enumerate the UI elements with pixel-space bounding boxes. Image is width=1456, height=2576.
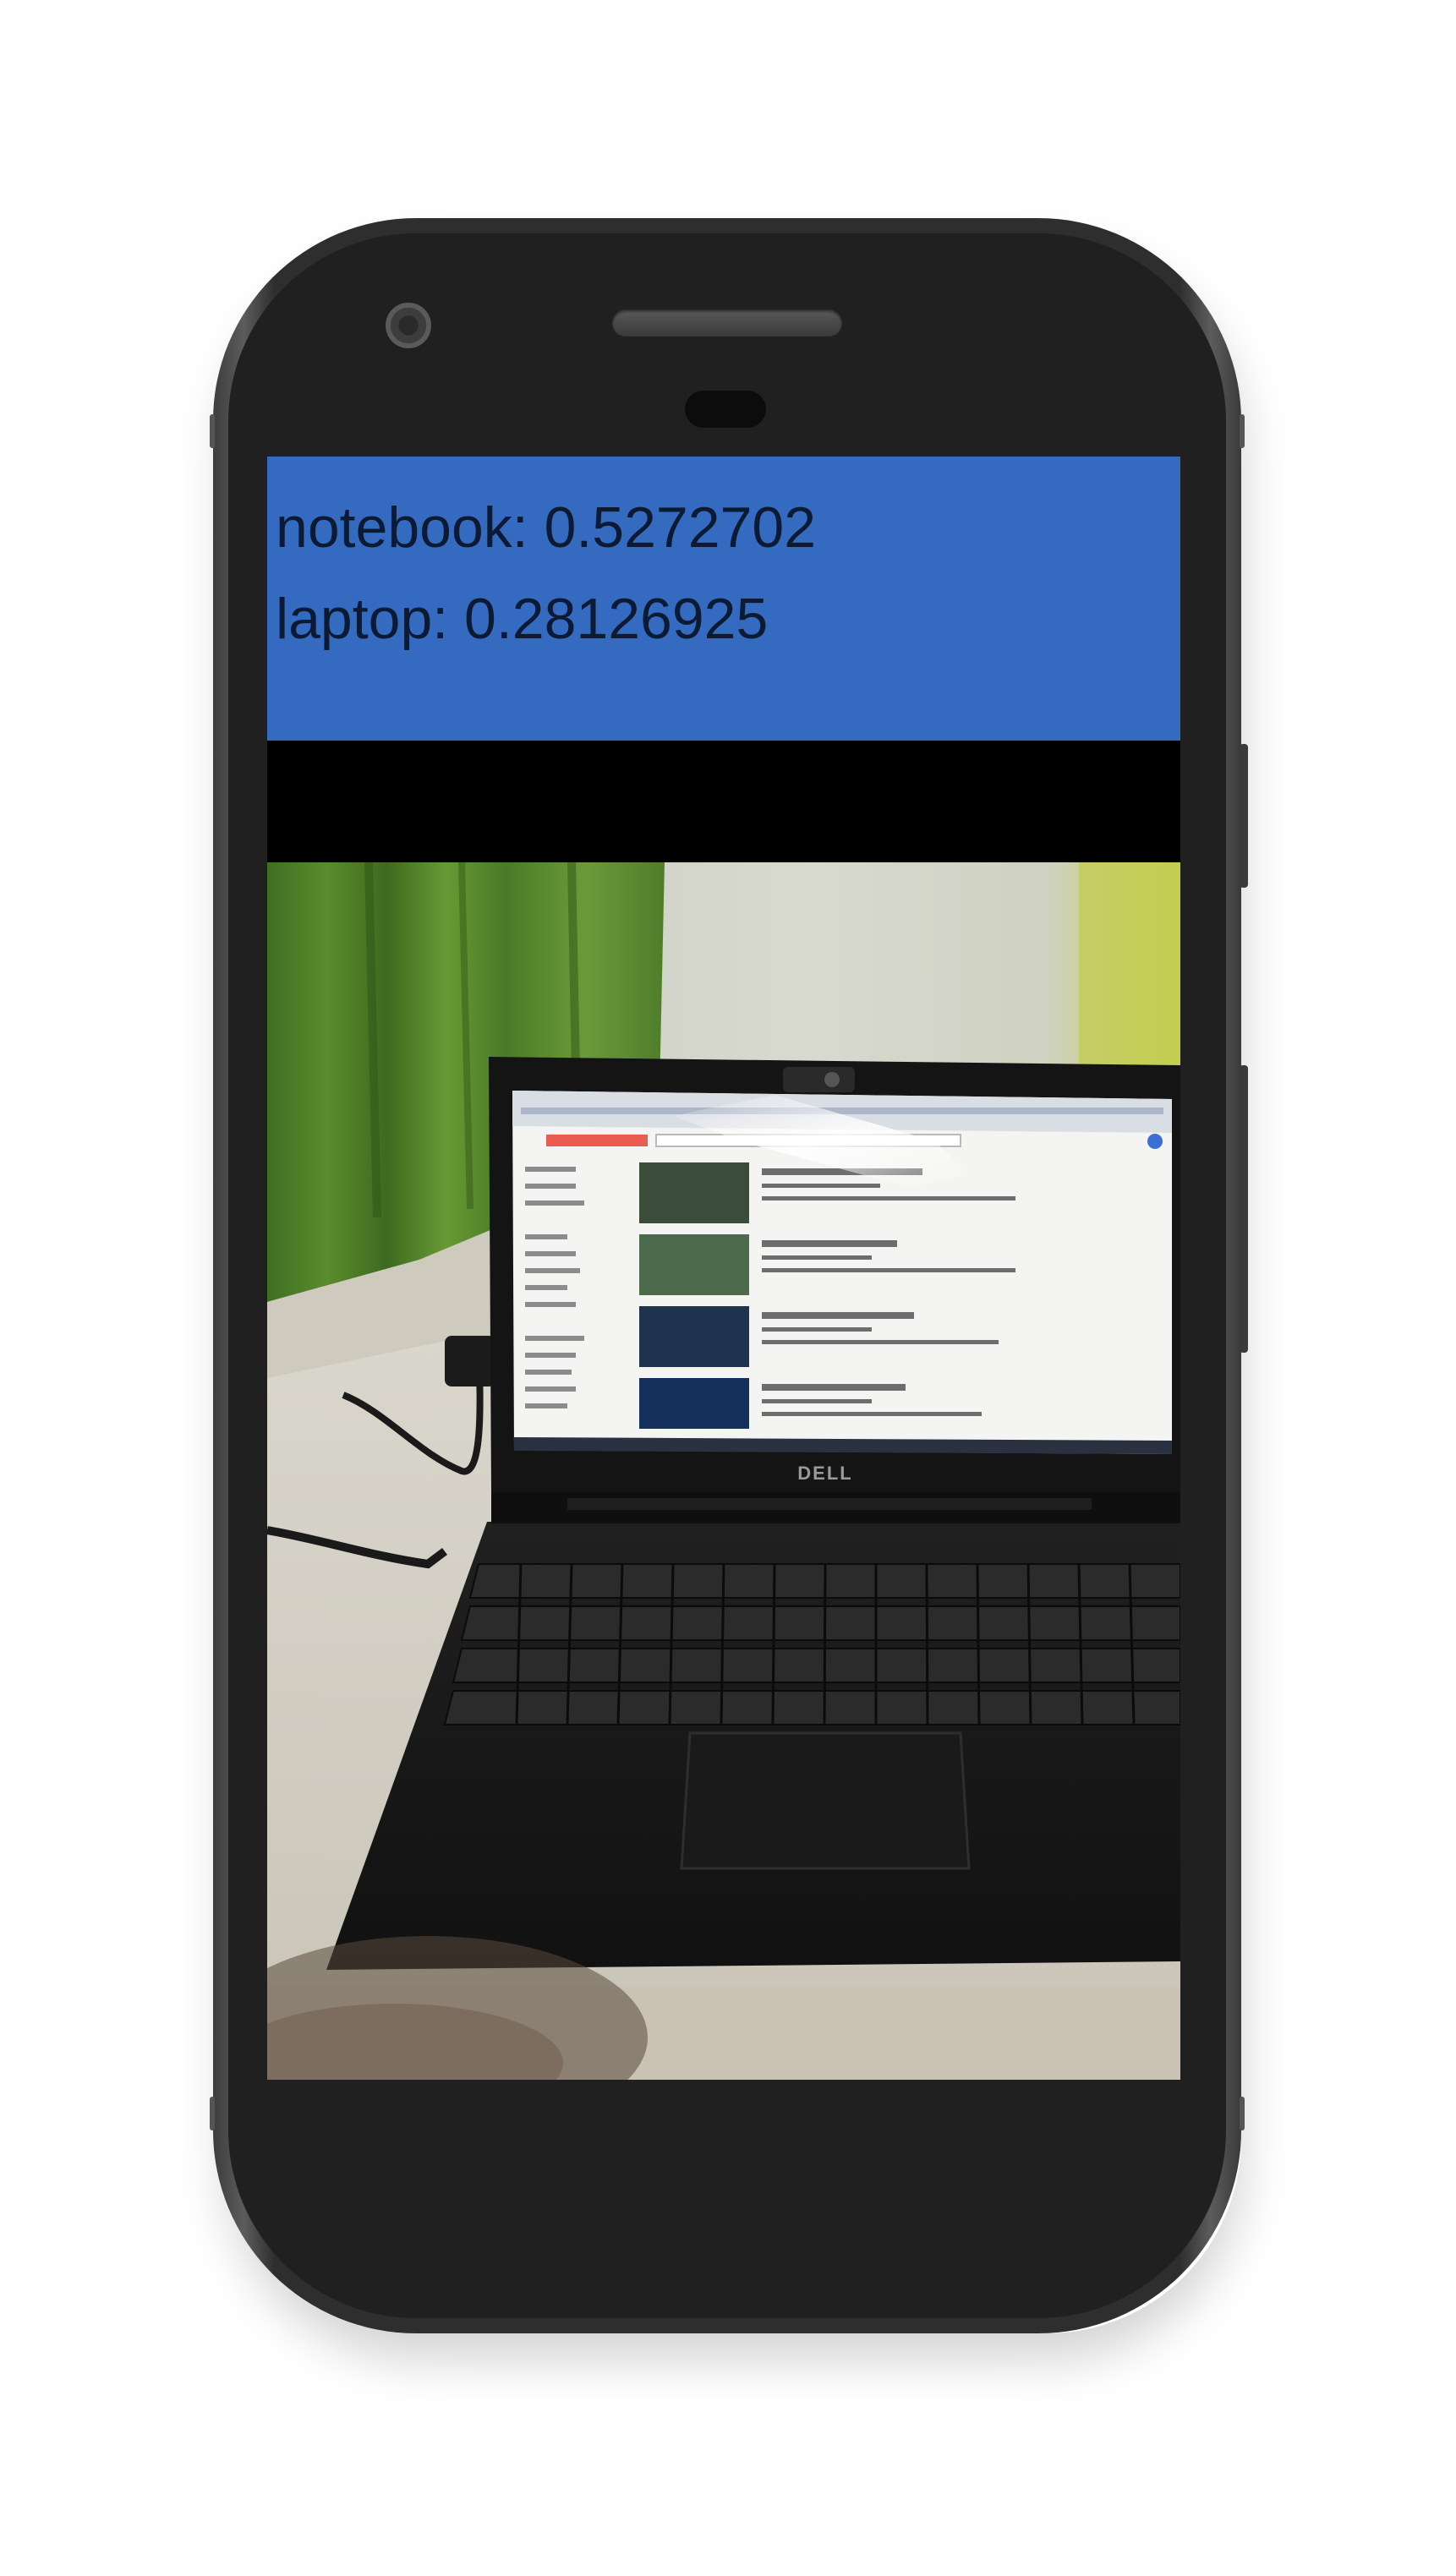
result-laptop: laptop: 0.28126925 <box>276 587 769 651</box>
speaker-grille-icon <box>612 309 842 336</box>
divider-bar <box>267 741 1180 862</box>
front-camera-icon <box>386 303 431 348</box>
antenna-line <box>210 2097 215 2130</box>
antenna-line <box>210 414 215 448</box>
camera-preview[interactable]: DELL <box>267 862 1180 2080</box>
proximity-sensor-icon <box>685 391 766 428</box>
classification-results-panel: notebook: 0.5272702 laptop: 0.28126925 <box>267 457 1180 741</box>
device-mockup: notebook: 0.5272702 laptop: 0.28126925 D… <box>0 0 1456 2576</box>
camera-preview-image: DELL <box>267 862 1180 2080</box>
volume-rocker[interactable] <box>1240 1065 1248 1353</box>
phone-screen: notebook: 0.5272702 laptop: 0.28126925 D… <box>267 457 1180 2080</box>
antenna-line <box>1240 414 1245 448</box>
antenna-line <box>1240 2097 1245 2130</box>
result-notebook: notebook: 0.5272702 <box>276 495 817 560</box>
laptop-brand-logo: DELL <box>797 1463 852 1484</box>
power-button[interactable] <box>1240 744 1248 888</box>
